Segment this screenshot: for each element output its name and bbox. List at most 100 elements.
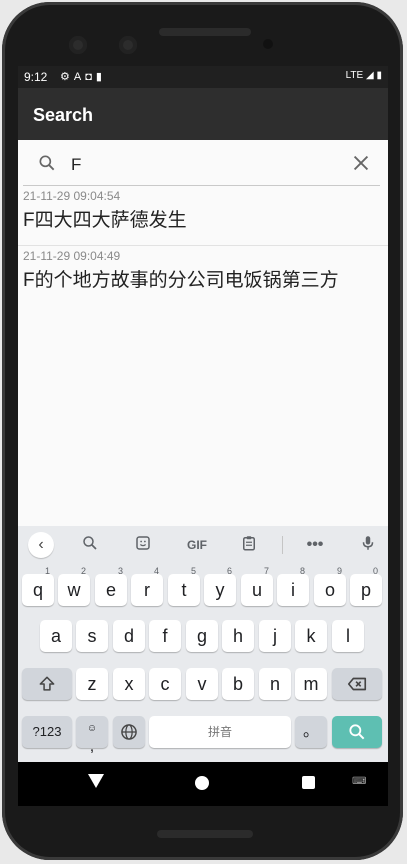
earpiece-speaker xyxy=(159,28,251,36)
status-right: LTE ◢ ▮ xyxy=(346,70,382,81)
key-hint: 1 xyxy=(44,566,50,576)
key-label: r xyxy=(144,580,150,600)
key-g[interactable]: g xyxy=(186,620,218,652)
back-icon[interactable]: ‹ xyxy=(28,532,54,558)
clipboard-icon[interactable] xyxy=(237,534,261,556)
proximity-sensor xyxy=(263,39,273,49)
key-y[interactable]: y6 xyxy=(204,566,236,606)
more-icon[interactable]: ••• xyxy=(303,534,327,556)
key-label: u xyxy=(251,580,262,600)
settings-icon: ⚙ xyxy=(60,71,74,83)
key-z[interactable]: z xyxy=(76,668,108,700)
key-hint: 4 xyxy=(153,566,159,576)
comma-label: , xyxy=(89,738,95,755)
result-timestamp: 21-11-29 09:04:49 xyxy=(23,249,121,263)
shift-key[interactable] xyxy=(22,668,72,700)
key-i[interactable]: i8 xyxy=(277,566,309,606)
shift-icon xyxy=(39,676,55,691)
key-hint: 2 xyxy=(80,566,86,576)
battery-icon: ▮ xyxy=(376,70,382,81)
nav-recents-icon[interactable] xyxy=(302,776,315,789)
key-k[interactable]: k xyxy=(295,620,327,652)
key-hint: 0 xyxy=(372,566,378,576)
gif-icon[interactable]: GIF xyxy=(183,534,211,556)
key-hint: 9 xyxy=(336,566,342,576)
search-action-key[interactable] xyxy=(332,716,382,748)
clear-search-button[interactable] xyxy=(350,152,372,174)
shield-icon: ◘ xyxy=(85,71,96,83)
emoji-comma-key[interactable]: ☺ , xyxy=(76,716,108,755)
key-label: y xyxy=(215,580,225,600)
toolbar-divider xyxy=(282,536,283,554)
network-type: LTE xyxy=(345,70,364,81)
front-camera xyxy=(69,36,87,54)
key-label: p xyxy=(360,580,371,600)
period-key[interactable]: 。 xyxy=(295,716,327,748)
key-n[interactable]: n xyxy=(259,668,291,700)
mic-icon[interactable] xyxy=(356,534,380,556)
status-icons: ⚙A◘▮ xyxy=(60,70,106,83)
key-hint: 7 xyxy=(263,566,269,576)
emoji-icon: ☺ xyxy=(86,723,98,734)
key-x[interactable]: x xyxy=(113,668,145,700)
close-icon xyxy=(353,155,369,171)
key-r[interactable]: r4 xyxy=(131,566,163,606)
key-hint: 6 xyxy=(226,566,232,576)
soft-keyboard: ‹ GIF ••• q1 w2 e3 r4 t5 y6 u7 i8 o9 p 0… xyxy=(18,526,388,762)
signal-icon: ◢ xyxy=(366,70,374,81)
key-hint: 8 xyxy=(299,566,305,576)
language-key[interactable] xyxy=(113,716,145,748)
app-bar: Search xyxy=(18,88,388,140)
status-bar: 9:12 ⚙A◘▮ LTE ◢ ▮ xyxy=(18,66,388,88)
key-label: i xyxy=(291,580,295,600)
backspace-key[interactable] xyxy=(332,668,382,700)
front-sensor xyxy=(119,36,137,54)
search-icon xyxy=(39,155,55,171)
status-time: 9:12 xyxy=(24,70,48,84)
result-text: F四大四大萨德发生 xyxy=(23,210,187,231)
key-d[interactable]: d xyxy=(113,620,145,652)
key-s[interactable]: s xyxy=(76,620,108,652)
key-h[interactable]: h xyxy=(222,620,254,652)
nav-back-icon[interactable] xyxy=(88,774,104,788)
key-m[interactable]: m xyxy=(295,668,327,700)
text-icon: A xyxy=(73,71,86,83)
key-j[interactable]: j xyxy=(259,620,291,652)
navigation-bar: ⌨ xyxy=(18,762,388,806)
key-e[interactable]: e3 xyxy=(95,566,127,606)
sticker-icon[interactable] xyxy=(131,534,155,556)
key-t[interactable]: t5 xyxy=(168,566,200,606)
sd-card-icon: ▮ xyxy=(95,71,106,83)
key-o[interactable]: o9 xyxy=(314,566,346,606)
key-label: q xyxy=(32,580,43,600)
nav-home-icon[interactable] xyxy=(195,776,209,790)
key-hint: 5 xyxy=(190,566,196,576)
symbols-key[interactable]: ?123 xyxy=(22,716,72,748)
search-icon[interactable] xyxy=(78,534,102,556)
screen: 9:12 ⚙A◘▮ LTE ◢ ▮ Search 21-11-29 09:04:… xyxy=(18,66,388,806)
space-key[interactable]: 拼音 xyxy=(149,716,291,748)
page-title: Search xyxy=(33,105,94,125)
key-u[interactable]: u7 xyxy=(241,566,273,606)
result-item[interactable]: 21-11-29 09:04:54 F四大四大萨德发生 xyxy=(18,187,388,246)
key-q[interactable]: q1 xyxy=(22,566,54,606)
key-hint: 3 xyxy=(117,566,123,576)
key-v[interactable]: v xyxy=(186,668,218,700)
backspace-icon xyxy=(347,677,367,691)
key-label: t xyxy=(181,580,187,600)
key-b[interactable]: b xyxy=(222,668,254,700)
bottom-speaker xyxy=(157,830,253,838)
search-icon xyxy=(349,724,365,740)
key-label: e xyxy=(105,580,116,600)
key-w[interactable]: w2 xyxy=(58,566,90,606)
search-input[interactable] xyxy=(69,150,343,180)
keyboard-switch-icon[interactable]: ⌨ xyxy=(352,776,370,788)
key-p[interactable]: p0 xyxy=(350,566,382,606)
keyboard-toolbar: ‹ GIF ••• xyxy=(18,526,388,564)
key-c[interactable]: c xyxy=(149,668,181,700)
key-f[interactable]: f xyxy=(149,620,181,652)
key-a[interactable]: a xyxy=(40,620,72,652)
key-l[interactable]: l xyxy=(332,620,364,652)
globe-icon xyxy=(121,724,137,740)
result-item[interactable]: 21-11-29 09:04:49 F的个地方故事的分公司电饭锅第三方 xyxy=(18,247,388,295)
